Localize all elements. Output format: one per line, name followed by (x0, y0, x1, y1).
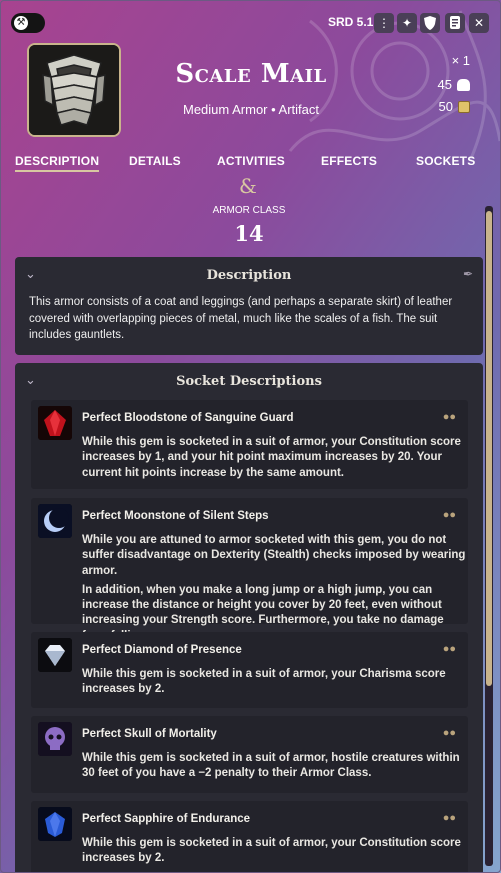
bloodstone-gem-icon (38, 406, 72, 440)
scrollbar-thumb[interactable] (486, 211, 492, 686)
coin-icon (458, 100, 470, 113)
price-value: 50 (438, 99, 453, 114)
chat-bubble-icon[interactable]: ●● (443, 643, 456, 655)
tab-details[interactable]: DETAILS (129, 154, 181, 168)
gem-name: Perfect Diamond of Presence (82, 644, 242, 656)
skull-gem-icon (38, 722, 72, 756)
scroll-icon[interactable] (445, 13, 465, 33)
chat-bubble-icon[interactable]: ●● (443, 411, 456, 423)
gem-name: Perfect Bloodstone of Sanguine Guard (82, 412, 294, 424)
armor-class-label: ARMOR CLASS (212, 205, 286, 216)
gem-name: Perfect Skull of Mortality (82, 728, 217, 740)
socket-item: Perfect Diamond of Presence ●● While thi… (31, 632, 468, 708)
description-title: Description (206, 268, 292, 283)
description-panel: ⌄ Description ✒ This armor consists of a… (15, 257, 483, 355)
weight-display: 45 (438, 77, 470, 92)
description-panel-header[interactable]: ⌄ Description ✒ (15, 257, 483, 293)
gem-description: While this gem is socketed in a suit of … (82, 435, 466, 485)
ampersand-divider-icon: & (239, 174, 257, 198)
gem-paragraph: While this gem is socketed in a suit of … (82, 837, 461, 865)
sapphire-gem-icon (38, 807, 72, 841)
shield-icon[interactable] (420, 13, 440, 33)
chat-bubble-icon[interactable]: ●● (443, 812, 456, 824)
tab-effects[interactable]: EFFECTS (321, 154, 377, 168)
quantity-value[interactable]: × 1 (452, 53, 470, 68)
gem-paragraph: While this gem is socketed in a suit of … (82, 436, 461, 479)
moonstone-gem-icon (38, 504, 72, 538)
scale-mail-icon (29, 45, 119, 135)
tab-activities[interactable]: ACTIVITIES (217, 154, 285, 168)
magic-wand-icon[interactable]: ✦ (397, 13, 417, 33)
diamond-gem-icon (38, 638, 72, 672)
price-display: 50 (439, 99, 470, 114)
item-sheet-window: ⚒ SRD 5.1 ⋮ ✦ ✕ Scale Mail Medium Armor … (0, 0, 501, 873)
chat-bubble-icon[interactable]: ●● (443, 727, 456, 739)
item-subtitle: Medium Armor • Artifact (182, 102, 320, 117)
gem-name: Perfect Moonstone of Silent Steps (82, 510, 269, 522)
mode-toggle[interactable]: ⚒ (11, 13, 45, 33)
source-label: SRD 5.1 (328, 15, 374, 29)
gem-paragraph: While this gem is socketed in a suit of … (82, 752, 460, 780)
armor-class-value: 14 (234, 221, 264, 246)
socket-item: Perfect Bloodstone of Sanguine Guard ●● … (31, 400, 468, 489)
close-icon[interactable]: ✕ (469, 13, 489, 33)
kebab-menu-icon[interactable]: ⋮ (374, 13, 394, 33)
scrollbar[interactable] (485, 206, 493, 866)
wrench-icon: ⚒ (14, 16, 28, 30)
item-title[interactable]: Scale Mail (131, 59, 371, 89)
gem-description: While this gem is socketed in a suit of … (82, 836, 466, 871)
edit-quill-icon[interactable]: ✒ (463, 267, 473, 281)
weight-icon (457, 78, 470, 91)
socket-item: Perfect Sapphire of Endurance ●● While t… (31, 801, 468, 872)
chat-bubble-icon[interactable]: ●● (443, 509, 456, 521)
gem-description: While this gem is socketed in a suit of … (82, 751, 466, 786)
gem-name: Perfect Sapphire of Endurance (82, 813, 251, 825)
item-portrait-image[interactable] (27, 43, 121, 137)
description-text: This armor consists of a coat and leggin… (29, 296, 453, 341)
gem-description: While you are attuned to armor socketed … (82, 533, 466, 648)
socket-descriptions-title: Socket Descriptions (176, 374, 322, 389)
tab-description[interactable]: DESCRIPTION (15, 154, 100, 172)
gem-description: While this gem is socketed in a suit of … (82, 667, 466, 702)
gem-paragraph: While you are attuned to armor socketed … (82, 534, 466, 577)
sheet-tabs: DESCRIPTION DETAILS ACTIVITIES EFFECTS S… (1, 154, 500, 176)
socket-item: Perfect Moonstone of Silent Steps ●● Whi… (31, 498, 468, 642)
weight-value: 45 (437, 77, 452, 92)
socket-descriptions-panel: ⌄ Socket Descriptions Perfect Bloodstone… (15, 363, 483, 872)
tab-sockets[interactable]: SOCKETS (416, 154, 475, 168)
window-header-bar: ⚒ SRD 5.1 ⋮ ✦ ✕ (1, 1, 500, 45)
gem-paragraph: While this gem is socketed in a suit of … (82, 668, 446, 696)
socket-item: Perfect Skull of Mortality ●● While this… (31, 716, 468, 793)
socket-panel-header[interactable]: ⌄ Socket Descriptions (15, 363, 483, 399)
